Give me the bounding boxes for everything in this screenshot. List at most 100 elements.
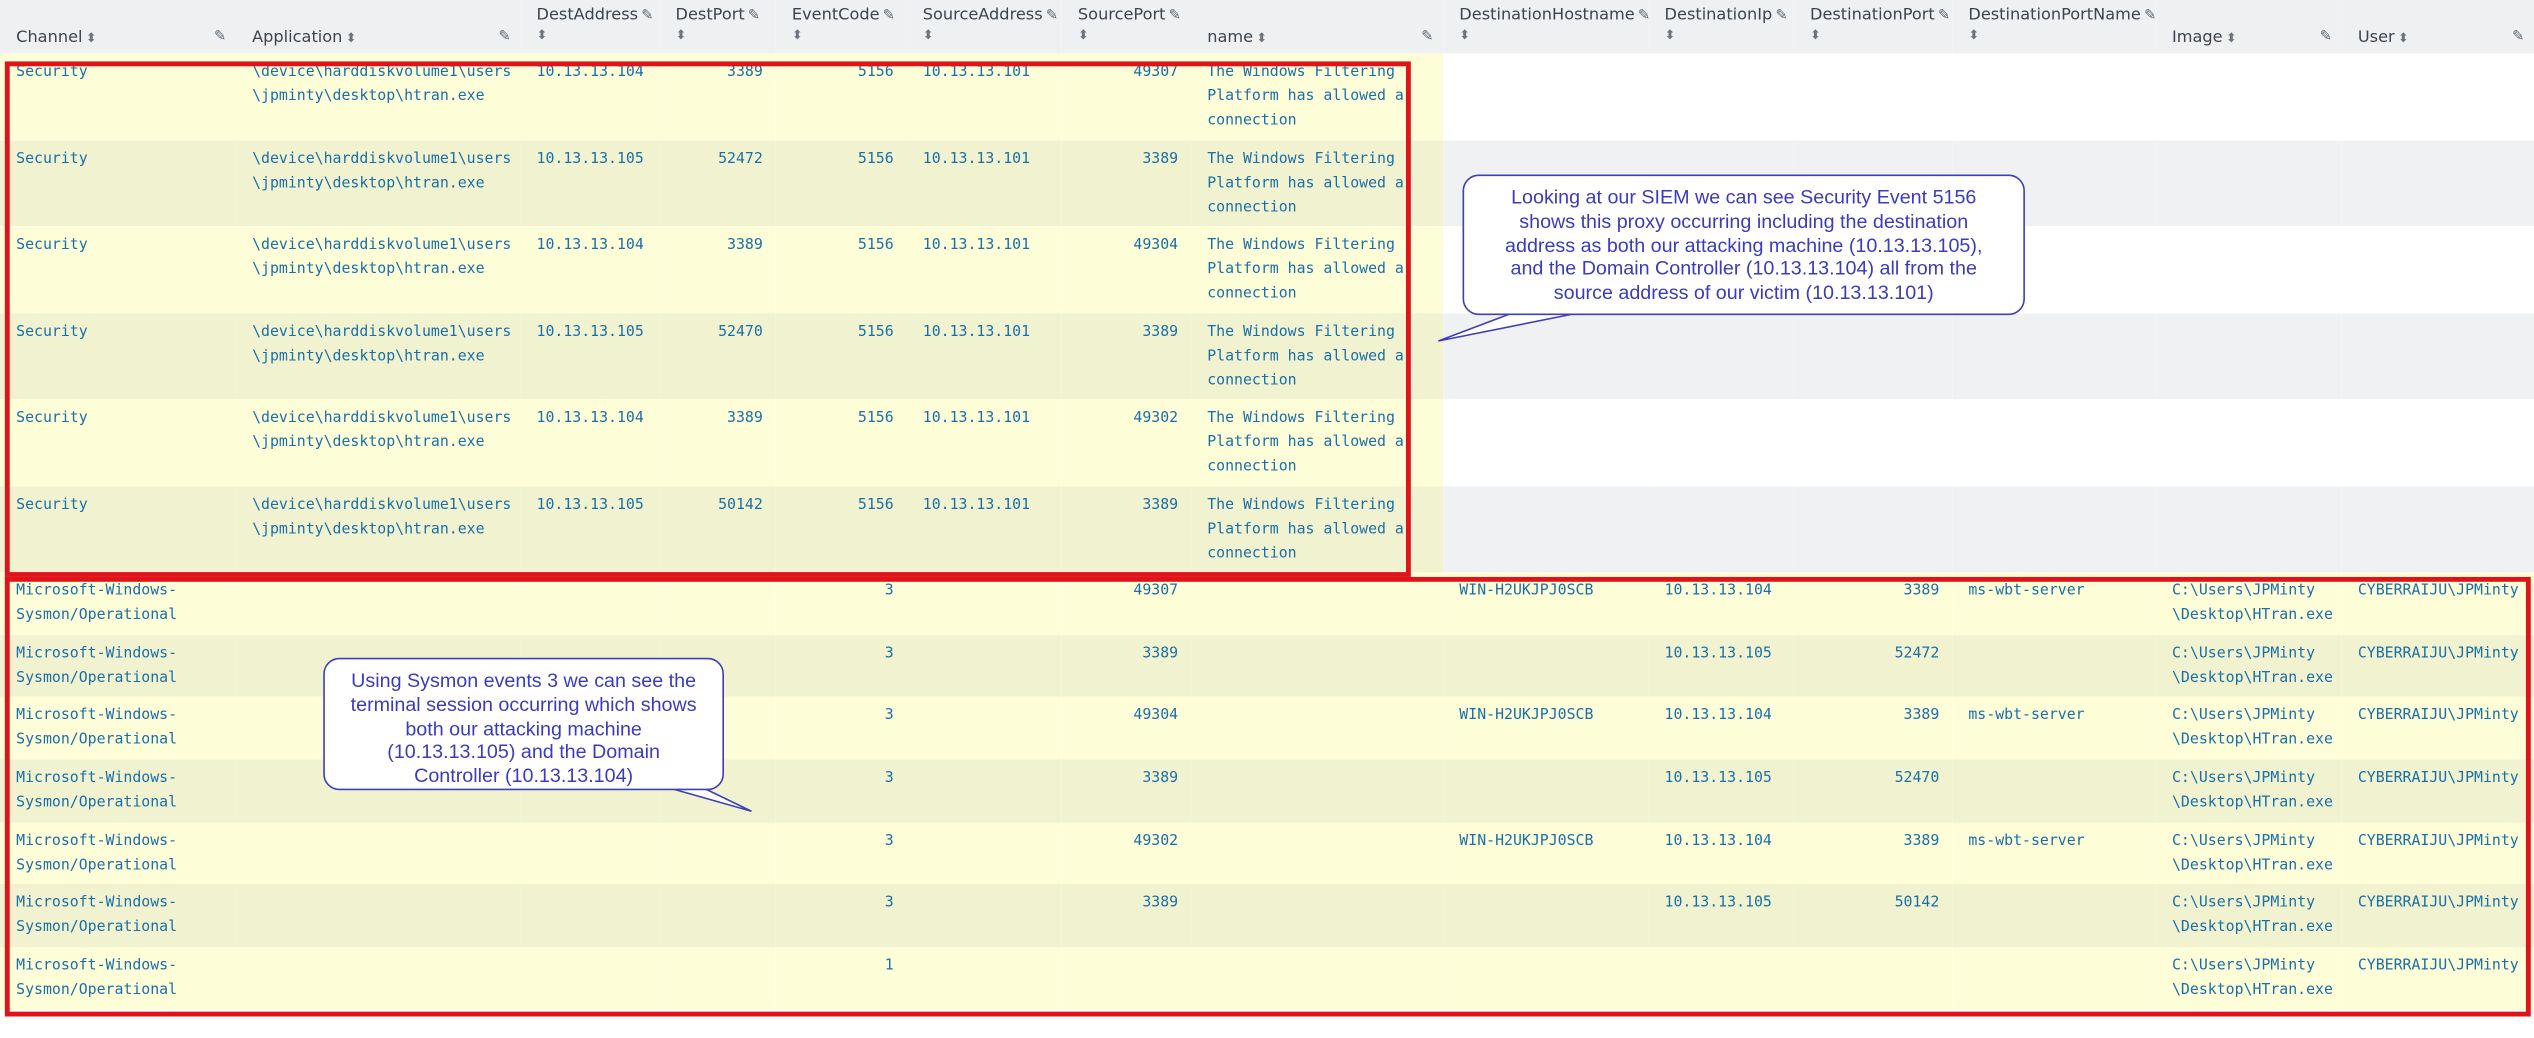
cell-source-port: 49304 bbox=[1061, 697, 1192, 760]
sort-arrows-icon[interactable]: ⬍ bbox=[792, 27, 897, 42]
pencil-icon[interactable]: ✎ bbox=[641, 8, 653, 24]
cell-event-code: 5156 bbox=[775, 139, 907, 227]
sort-arrows-icon[interactable]: ⬍ bbox=[2226, 31, 2237, 46]
sort-arrows-icon[interactable]: ⬍ bbox=[1256, 31, 1267, 46]
column-header-source-address[interactable]: SourceAddress ✎ ⬍ bbox=[906, 0, 1062, 54]
sort-arrows-icon[interactable]: ⬍ bbox=[923, 27, 1052, 42]
pencil-icon[interactable]: ✎ bbox=[1776, 8, 1788, 24]
image-line: \Desktop\HTran.exe bbox=[2171, 856, 2333, 874]
column-header-name[interactable]: name ⬍ ✎ bbox=[1191, 0, 1444, 54]
channel-line: Sysmon/Operational bbox=[16, 731, 178, 749]
image-line: C:\Users\JPMinty bbox=[2171, 706, 2316, 725]
sort-arrows-icon[interactable]: ⬍ bbox=[537, 27, 650, 42]
column-header-destination-port[interactable]: DestinationPort ✎ ⬍ bbox=[1793, 0, 1953, 54]
channel-line: Sysmon/Operational bbox=[16, 793, 178, 812]
cell-channel: Security bbox=[0, 53, 236, 140]
cell-source-port: 49304 bbox=[1061, 226, 1192, 313]
pencil-icon[interactable]: ✎ bbox=[1421, 29, 1433, 45]
cell-empty bbox=[906, 822, 1062, 885]
column-header-source-port[interactable]: SourcePort ✎ ⬍ bbox=[1061, 0, 1192, 54]
cell-channel: Microsoft-Windows- Sysmon/Operational bbox=[0, 884, 236, 948]
channel-line: Microsoft-Windows- bbox=[16, 894, 178, 913]
column-header-dest-address[interactable]: DestAddress ✎ ⬍ bbox=[520, 0, 660, 54]
cell-application: \device\harddiskvolume1\users \jpminty\de… bbox=[235, 139, 521, 227]
cell-empty bbox=[1793, 485, 1953, 573]
sort-arrows-icon[interactable]: ⬍ bbox=[1810, 27, 1943, 42]
pencil-icon[interactable]: ✎ bbox=[2512, 29, 2524, 45]
pencil-icon[interactable]: ✎ bbox=[1169, 8, 1181, 24]
table-row[interactable]: Security \device\harddiskvolume1\users \j… bbox=[0, 485, 2534, 573]
name-line: connection bbox=[1207, 370, 1297, 389]
channel-line: Sysmon/Operational bbox=[16, 856, 178, 874]
table-row[interactable]: Security \device\harddiskvolume1\users \j… bbox=[0, 139, 2534, 227]
pencil-icon[interactable]: ✎ bbox=[1046, 8, 1058, 24]
column-header-destination-port-name[interactable]: DestinationPortName ✎ ⬍ bbox=[1952, 0, 2156, 54]
cell-destination-hostname: WIN-H2UKJPJ0SCB bbox=[1443, 697, 1649, 760]
pencil-icon[interactable]: ✎ bbox=[498, 29, 510, 45]
cell-empty bbox=[1648, 399, 1794, 486]
cell-destination-ip: 10.13.13.104 bbox=[1648, 822, 1794, 885]
column-header-destination-ip[interactable]: DestinationIp ✎ ⬍ bbox=[1648, 0, 1794, 54]
table-row[interactable]: Microsoft-Windows- Sysmon/Operational 3 4… bbox=[0, 822, 2534, 885]
sort-arrows-icon[interactable]: ⬍ bbox=[1968, 27, 2146, 42]
cell-empty bbox=[2341, 485, 2534, 573]
sort-arrows-icon[interactable]: ⬍ bbox=[1078, 27, 1181, 42]
cell-destination-port-name bbox=[1952, 947, 2156, 1010]
pencil-icon[interactable]: ✎ bbox=[883, 8, 895, 24]
column-header-image[interactable]: Image ⬍ ✎ bbox=[2155, 0, 2342, 54]
cell-dest-port: 52472 bbox=[659, 139, 776, 227]
pencil-icon[interactable]: ✎ bbox=[2144, 8, 2156, 24]
image-line: C:\Users\JPMinty bbox=[2171, 581, 2316, 600]
sort-arrows-icon[interactable]: ⬍ bbox=[86, 31, 97, 46]
cell-application: \device\harddiskvolume1\users \jpminty\de… bbox=[235, 312, 521, 400]
sort-arrows-icon[interactable]: ⬍ bbox=[1459, 27, 1638, 42]
cell-dest-port: 52470 bbox=[659, 312, 776, 400]
column-header-event-code[interactable]: EventCode ✎ ⬍ bbox=[775, 0, 907, 54]
channel-line: Sysmon/Operational bbox=[16, 918, 178, 937]
column-header-application[interactable]: Application ⬍ ✎ bbox=[235, 0, 521, 54]
sort-arrows-icon[interactable]: ⬍ bbox=[676, 27, 766, 42]
pencil-icon[interactable]: ✎ bbox=[214, 29, 226, 45]
cell-dest-address: 10.13.13.104 bbox=[520, 226, 660, 313]
table-row[interactable]: Microsoft-Windows- Sysmon/Operational 1 C… bbox=[0, 947, 2534, 1010]
pencil-icon[interactable]: ✎ bbox=[748, 8, 760, 24]
table-row[interactable]: Security \device\harddiskvolume1\users \j… bbox=[0, 399, 2534, 486]
cell-destination-port-name: ms-wbt-server bbox=[1952, 572, 2156, 635]
cell-destination-hostname: WIN-H2UKJPJ0SCB bbox=[1443, 822, 1649, 885]
column-header-dest-port[interactable]: DestPort ✎ ⬍ bbox=[659, 0, 776, 54]
table-row[interactable]: Microsoft-Windows- Sysmon/Operational 3 4… bbox=[0, 572, 2534, 635]
pencil-icon[interactable]: ✎ bbox=[1938, 8, 1950, 24]
table-row[interactable]: Microsoft-Windows- Sysmon/Operational 3 3… bbox=[0, 884, 2534, 948]
table-row[interactable]: Security \device\harddiskvolume1\users \j… bbox=[0, 226, 2534, 313]
cell-source-port: 3389 bbox=[1061, 634, 1192, 698]
name-line: connection bbox=[1207, 457, 1297, 476]
table-row[interactable]: Security \device\harddiskvolume1\users \j… bbox=[0, 53, 2534, 140]
column-label: User bbox=[2357, 29, 2395, 47]
pencil-icon[interactable]: ✎ bbox=[2320, 29, 2332, 45]
column-label: EventCode bbox=[791, 6, 880, 25]
column-header-channel[interactable]: Channel ⬍ ✎ bbox=[0, 0, 236, 54]
column-header-user[interactable]: User ⬍ ✎ bbox=[2341, 0, 2534, 54]
cell-destination-port: 52470 bbox=[1793, 759, 1953, 823]
sort-arrows-icon[interactable]: ⬍ bbox=[346, 31, 357, 46]
cell-channel: Microsoft-Windows- Sysmon/Operational bbox=[0, 572, 236, 635]
sort-arrows-icon[interactable]: ⬍ bbox=[1665, 27, 1785, 42]
cell-destination-port-name bbox=[1952, 634, 2156, 698]
cell-dest-address: 10.13.13.105 bbox=[520, 312, 660, 400]
cell-destination-ip: 10.13.13.105 bbox=[1648, 759, 1794, 823]
cell-name: The Windows Filtering Platform has allowe… bbox=[1191, 139, 1444, 227]
cell-name: The Windows Filtering Platform has allowe… bbox=[1191, 226, 1444, 313]
name-line: The Windows Filtering bbox=[1207, 235, 1395, 254]
application-line: \jpminty\desktop\htran.exe bbox=[252, 87, 485, 106]
column-label: DestinationHostname bbox=[1459, 6, 1635, 25]
cell-dest-port: 3389 bbox=[659, 226, 776, 313]
cell-empty bbox=[520, 822, 660, 885]
application-line: \device\harddiskvolume1\users bbox=[252, 408, 512, 427]
column-header-destination-hostname[interactable]: DestinationHostname ✎ ⬍ bbox=[1443, 0, 1650, 54]
cell-destination-port-name bbox=[1952, 759, 2156, 823]
callout-line: address as both our attacking machine (1… bbox=[1505, 233, 1983, 257]
table-row[interactable]: Security \device\harddiskvolume1\users \j… bbox=[0, 312, 2534, 400]
application-line: \device\harddiskvolume1\users bbox=[252, 63, 512, 81]
column-label: DestinationPortName bbox=[1968, 6, 2141, 25]
sort-arrows-icon[interactable]: ⬍ bbox=[2398, 31, 2409, 46]
